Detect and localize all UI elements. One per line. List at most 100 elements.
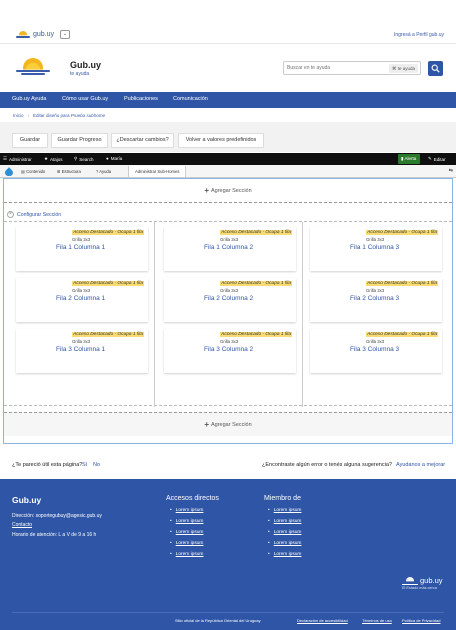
configure-section-link[interactable]: × Configurar Sección: [7, 211, 61, 218]
user-icon: ●: [106, 156, 109, 161]
tray-structure[interactable]: ⊞ Estructura: [57, 169, 81, 174]
feedback-question-errors: ¿Encontraste algún error o tenés alguna …: [262, 462, 392, 468]
block-title[interactable]: Fila 2 Columna 2: [204, 295, 253, 302]
feedback-no[interactable]: No: [93, 462, 100, 468]
tray-content[interactable]: ▤ Contenido: [21, 169, 45, 174]
breadcrumb-home[interactable]: Inicio: [13, 113, 24, 118]
block-title[interactable]: Fila 3 Columna 1: [56, 346, 105, 353]
footer-privacy-link[interactable]: Política de Privacidad: [402, 618, 440, 623]
footer-official: Sitio oficial de la República Oriental d…: [175, 618, 261, 623]
block-card[interactable]: Acceso Destacado - Ocupa 1 fila Grilla 3x…: [16, 329, 148, 373]
block-card[interactable]: Acceso Destacado - Ocupa 1 fila Grilla 3x…: [164, 329, 296, 373]
block-title[interactable]: Fila 1 Columna 3: [350, 244, 399, 251]
block-title[interactable]: Fila 3 Columna 3: [350, 346, 399, 353]
block-title[interactable]: Fila 3 Columna 2: [204, 346, 253, 353]
block-badge: Acceso Destacado - Ocupa 1 fila: [366, 281, 438, 286]
tray-subhomes-tab[interactable]: Administrar Sub-Homes: [128, 166, 187, 177]
orientation-toggle-icon[interactable]: ⇆: [449, 168, 453, 174]
footer-member-title: Miembro de: [264, 495, 301, 502]
block-title[interactable]: Fila 1 Columna 2: [204, 244, 253, 251]
block-badge: Acceso Destacado - Ocupa 1 fila: [220, 332, 292, 337]
sun-logo-icon[interactable]: [16, 58, 50, 76]
drupal-drop-icon[interactable]: [5, 167, 13, 176]
search-button[interactable]: [428, 61, 443, 76]
footer-member-link[interactable]: Lorem ipsum: [268, 530, 302, 535]
footer-accessibility-link[interactable]: Declaración de accesibilidad: [297, 618, 348, 623]
admin-toolbar: ☰ Administrar ★ Atajos ⚲ Search ● María ▮ Al…: [0, 153, 456, 165]
block-grid-label: Grilla 3x3: [72, 339, 91, 344]
pencil-icon: ✎: [428, 156, 432, 161]
search-icon: ⚲: [74, 156, 78, 161]
nav-item-publicaciones[interactable]: Publicaciones: [124, 96, 158, 102]
footer-member-link[interactable]: Lorem ipsum: [268, 541, 302, 546]
block-badge: Acceso Destacado - Ocupa 1 fila: [220, 281, 292, 286]
plus-icon: +: [204, 420, 209, 429]
toolbar-user[interactable]: ● María: [106, 156, 122, 161]
feedback-bar: ¿Te pareció útil esta página? Sí No ¿Enc…: [0, 459, 456, 473]
login-link[interactable]: Ingresá a Perfil gub.uy: [394, 32, 444, 38]
feedback-help-link[interactable]: Ayudanos a mejorar: [396, 462, 445, 468]
search-input[interactable]: [287, 65, 387, 71]
chevron-down-icon[interactable]: ⌄: [60, 30, 71, 39]
footer-shortcut-link[interactable]: Lorem ipsum: [170, 541, 204, 546]
nav-item-comunicacion[interactable]: Comunicación: [173, 96, 208, 102]
block-title[interactable]: Fila 1 Columna 1: [56, 244, 105, 251]
footer-shortcut-link[interactable]: Lorem ipsum: [170, 530, 204, 535]
block-grid-label: Grilla 3x3: [220, 339, 239, 344]
section-columns: Acceso Destacado - Ocupa 1 fila Grilla 3x…: [4, 221, 452, 407]
footer-terms-link[interactable]: Términos de uso: [362, 618, 392, 623]
block-title[interactable]: Fila 2 Columna 1: [56, 295, 105, 302]
block-card[interactable]: Acceso Destacado - Ocupa 1 fila Grilla 3x…: [164, 227, 296, 271]
brand-link[interactable]: gub.uy ⌄: [16, 30, 71, 39]
block-grid-label: Grilla 3x3: [366, 339, 385, 344]
footer-member-link[interactable]: Lorem ipsum: [268, 508, 302, 513]
save-button[interactable]: Guardar: [12, 133, 48, 148]
tray-help[interactable]: ? Ayuda: [96, 169, 111, 174]
footer-shortcut-link[interactable]: Lorem ipsum: [170, 508, 204, 513]
feedback-question: ¿Te pareció útil esta página?: [12, 462, 83, 468]
toolbar-alert[interactable]: ▮ Alerta: [398, 154, 421, 164]
footer-contact-link[interactable]: Contacto: [12, 522, 32, 528]
column-divider: [154, 222, 155, 407]
block-title[interactable]: Fila 2 Columna 3: [350, 295, 399, 302]
plus-icon: +: [204, 186, 209, 195]
block-grid-label: Grilla 3x3: [220, 237, 239, 242]
block-grid-label: Grilla 3x3: [220, 288, 239, 293]
discard-changes-button[interactable]: ¿Descartar cambios?: [111, 133, 174, 148]
menu-icon: ☰: [3, 156, 8, 161]
search-scope-chip[interactable]: ⌘ te ayuda: [388, 64, 418, 73]
footer-shortcuts-title: Accesos directos: [166, 495, 219, 502]
block-card[interactable]: Acceso Destacado - Ocupa 1 fila Grilla 3x…: [310, 227, 442, 271]
block-card[interactable]: Acceso Destacado - Ocupa 1 fila Grilla 3x…: [310, 329, 442, 373]
close-icon[interactable]: ×: [7, 211, 14, 218]
alert-icon: ▮: [401, 156, 404, 161]
main-nav: Gub.uy Ayuda Cómo usar Gub.uy Publicacio…: [0, 92, 456, 108]
site-footer: Gub.uy Dirección: soportegubuy@agesic.gu…: [0, 479, 456, 630]
footer-shortcut-link[interactable]: Lorem ipsum: [170, 552, 204, 557]
block-card[interactable]: Acceso Destacado - Ocupa 1 fila Grilla 3x…: [164, 278, 296, 322]
block-card[interactable]: Acceso Destacado - Ocupa 1 fila Grilla 3x…: [16, 227, 148, 271]
nav-item-como-usar[interactable]: Cómo usar Gub.uy: [62, 96, 108, 102]
toolbar-edit[interactable]: ✎ Editar: [428, 156, 446, 162]
add-section-bottom[interactable]: + Agregar Sección: [4, 412, 452, 436]
block-grid-label: Grilla 3x3: [72, 288, 91, 293]
help-icon: ?: [96, 169, 99, 174]
footer-member-link[interactable]: Lorem ipsum: [268, 552, 302, 557]
block-card[interactable]: Acceso Destacado - Ocupa 1 fila Grilla 3x…: [16, 278, 148, 322]
search-icon: [431, 64, 440, 73]
top-strip: gub.uy ⌄ Ingresá a Perfil gub.uy: [0, 28, 456, 42]
toolbar-manage[interactable]: ☰ Administrar: [3, 156, 32, 162]
nav-item-ayuda[interactable]: Gub.uy Ayuda: [12, 96, 46, 102]
footer-shortcut-link[interactable]: Lorem ipsum: [170, 519, 204, 524]
toolbar-shortcuts[interactable]: ★ Atajos: [44, 156, 63, 162]
footer-divider: [12, 612, 444, 613]
feedback-yes[interactable]: Sí: [82, 462, 87, 468]
site-title[interactable]: Gub.uy: [70, 60, 101, 70]
footer-member-link[interactable]: Lorem ipsum: [268, 519, 302, 524]
block-card[interactable]: Acceso Destacado - Ocupa 1 fila Grilla 3x…: [310, 278, 442, 322]
toolbar-search[interactable]: ⚲ Search: [74, 156, 94, 162]
footer-hours: Horario de atención: L a V de 9 a 16 h: [12, 532, 97, 538]
add-section-top[interactable]: + Agregar Sección: [4, 179, 452, 203]
revert-defaults-button[interactable]: Volver a valores predefinidos: [178, 133, 264, 148]
save-progress-button[interactable]: Guardar Progreso: [51, 133, 108, 148]
